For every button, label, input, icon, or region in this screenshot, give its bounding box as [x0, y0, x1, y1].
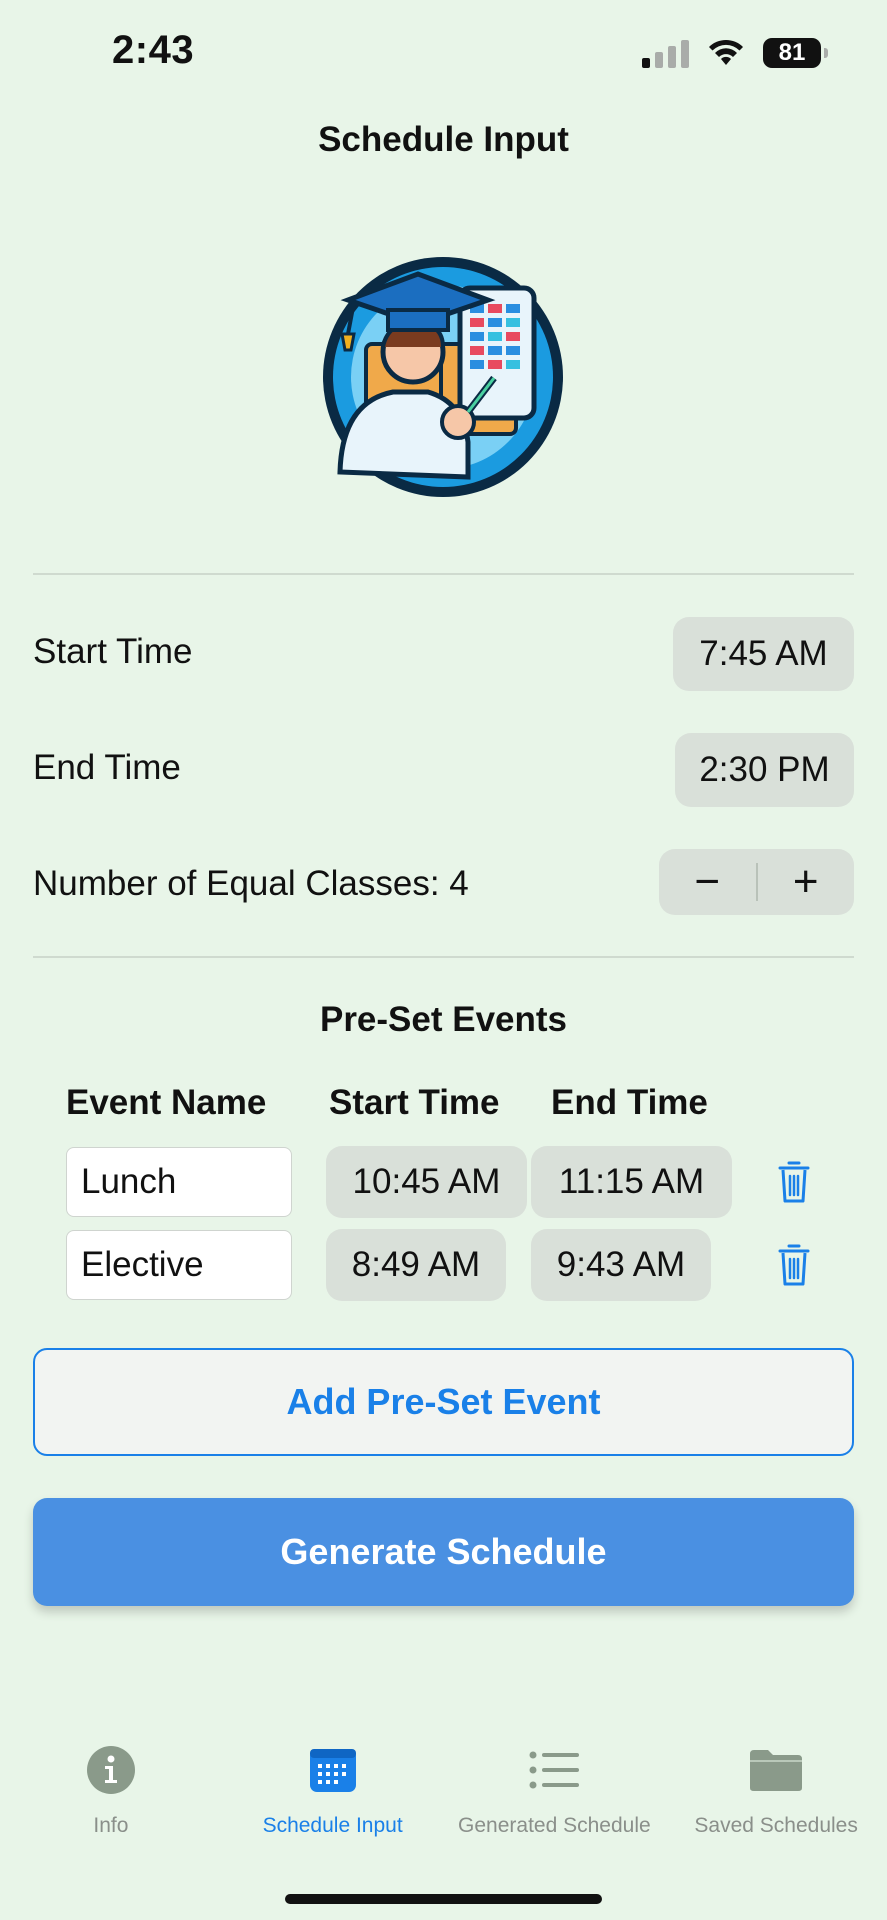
divider [33, 956, 854, 958]
event-name-input[interactable]: Elective [66, 1230, 292, 1300]
folder-icon [750, 1750, 803, 1791]
tab-saved-schedules[interactable]: Saved Schedules [665, 1740, 887, 1860]
info-icon [86, 1746, 135, 1794]
calendar-icon [309, 1749, 356, 1792]
classes-stepper[interactable]: − + [659, 849, 854, 915]
tab-generated-schedule[interactable]: Generated Schedule [444, 1740, 666, 1860]
tab-bar: Info Schedule Input Generated Schedule S… [0, 1740, 887, 1860]
classes-count-label: Number of Equal Classes: 4 [33, 864, 469, 903]
generate-schedule-button[interactable]: Generate Schedule [33, 1498, 854, 1606]
trash-icon[interactable] [777, 1160, 811, 1204]
event-start-time-picker[interactable]: 10:45 AM [326, 1146, 527, 1218]
tab-label: Generated Schedule [458, 1814, 651, 1837]
event-end-time-picker[interactable]: 9:43 AM [531, 1229, 711, 1301]
status-time: 2:43 [112, 28, 195, 72]
tab-label: Schedule Input [262, 1814, 403, 1837]
home-indicator [285, 1894, 602, 1904]
add-preset-event-button[interactable]: Add Pre-Set Event [33, 1348, 854, 1456]
page-title: Schedule Input [318, 120, 569, 159]
increment-button[interactable]: + [758, 849, 855, 915]
end-time-picker[interactable]: 2:30 PM [675, 733, 854, 807]
event-name-input[interactable]: Lunch [66, 1147, 292, 1217]
preset-events-title: Pre-Set Events [319, 1000, 568, 1039]
end-time-label: End Time [33, 748, 181, 787]
status-bar: 2:43 81 [0, 0, 887, 100]
app-logo [318, 252, 568, 502]
divider [33, 573, 854, 575]
tab-label: Info [93, 1814, 129, 1837]
start-time-picker[interactable]: 7:45 AM [673, 617, 854, 691]
battery-icon: 81 [763, 38, 828, 68]
tab-info[interactable]: Info [0, 1740, 222, 1860]
decrement-button[interactable]: − [659, 849, 756, 915]
column-header-start-time: Start Time [329, 1083, 500, 1122]
trash-icon[interactable] [777, 1243, 811, 1287]
column-header-end-time: End Time [551, 1083, 708, 1122]
tab-label: Saved Schedules [694, 1814, 858, 1837]
wifi-icon [709, 39, 743, 65]
list-icon [529, 1751, 580, 1789]
event-end-time-picker[interactable]: 11:15 AM [531, 1146, 732, 1218]
start-time-label: Start Time [33, 632, 193, 671]
tab-schedule-input[interactable]: Schedule Input [222, 1740, 444, 1860]
event-start-time-picker[interactable]: 8:49 AM [326, 1229, 506, 1301]
column-header-event-name: Event Name [66, 1083, 267, 1122]
status-icons: 81 [642, 36, 828, 70]
cellular-signal-icon [642, 38, 689, 68]
